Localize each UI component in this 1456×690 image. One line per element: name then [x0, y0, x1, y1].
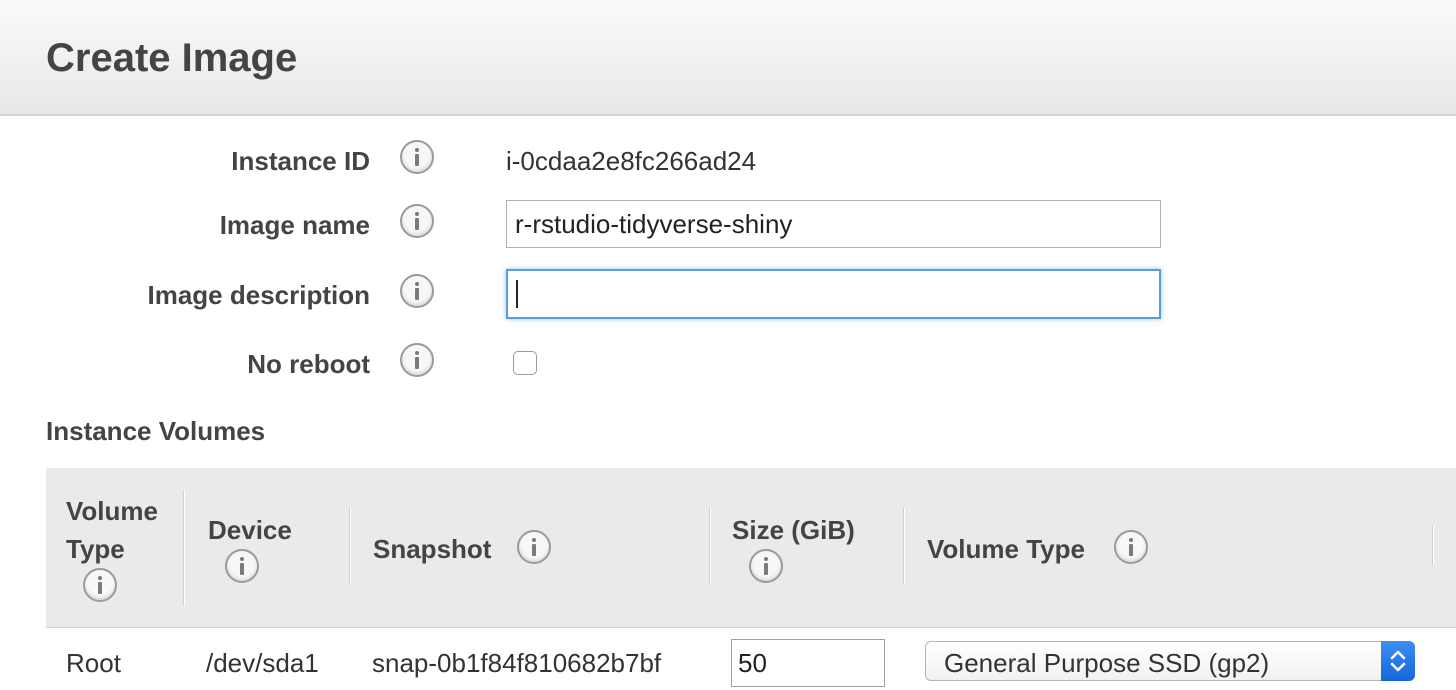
column-separator: [903, 508, 905, 584]
cell-volume-type: Root: [66, 648, 121, 678]
info-icon[interactable]: [225, 549, 259, 583]
no-reboot-label: No reboot: [247, 349, 370, 379]
image-description-input[interactable]: [506, 269, 1161, 319]
column-ebs-volume-type[interactable]: Volume Type: [927, 530, 1085, 568]
column-volume-type-line2: Type: [66, 534, 125, 564]
volumes-table-header: Volume Type Device Snapshot Size (GiB) V…: [46, 468, 1456, 628]
instance-volumes-title: Instance Volumes: [46, 416, 266, 446]
cell-snapshot: snap-0b1f84f810682b7bf: [372, 648, 662, 678]
column-separator: [1432, 526, 1434, 566]
text-cursor: [516, 280, 518, 308]
info-icon[interactable]: [400, 343, 434, 377]
image-name-label: Image name: [219, 210, 370, 240]
volume-type-select-value: General Purpose SSD (gp2): [944, 648, 1270, 678]
column-volume-type-line1: Volume: [66, 496, 158, 526]
info-icon[interactable]: [400, 204, 434, 238]
instance-id-row: Instance ID i-0cdaa2e8fc266ad24: [0, 138, 1456, 178]
column-volume-type[interactable]: Volume Type: [66, 492, 158, 568]
info-icon[interactable]: [400, 140, 434, 174]
info-icon[interactable]: [400, 274, 434, 308]
instance-id-label: Instance ID: [231, 146, 370, 176]
size-input[interactable]: [731, 639, 885, 687]
chevron-up-down-icon: [1381, 641, 1415, 681]
instance-id-value: i-0cdaa2e8fc266ad24: [506, 146, 757, 176]
dialog-title: Create Image: [46, 36, 298, 80]
info-icon[interactable]: [749, 549, 783, 583]
column-size[interactable]: Size (GiB): [732, 511, 855, 549]
column-separator: [709, 508, 711, 584]
column-device[interactable]: Device: [208, 511, 292, 549]
column-snapshot[interactable]: Snapshot: [373, 530, 491, 568]
no-reboot-row: No reboot: [0, 341, 1456, 381]
info-icon[interactable]: [517, 530, 551, 564]
no-reboot-checkbox[interactable]: [513, 351, 537, 375]
volume-type-select[interactable]: General Purpose SSD (gp2): [925, 641, 1415, 681]
dialog-header: Create Image: [0, 0, 1456, 116]
info-icon[interactable]: [1114, 530, 1148, 564]
image-description-label: Image description: [147, 280, 371, 310]
info-icon[interactable]: [83, 568, 117, 602]
image-name-input[interactable]: [506, 200, 1161, 248]
cell-device: /dev/sda1: [206, 648, 319, 678]
column-separator: [183, 490, 185, 606]
column-separator: [349, 508, 351, 584]
